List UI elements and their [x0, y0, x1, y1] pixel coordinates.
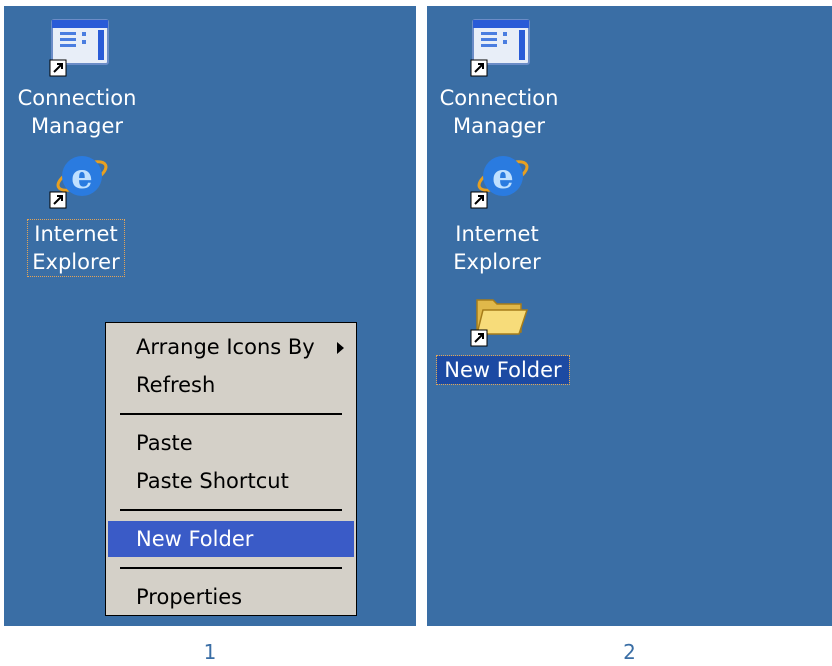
shortcut-arrow-icon — [470, 191, 488, 209]
shortcut-arrow-icon — [49, 59, 67, 77]
menu-separator — [120, 567, 342, 569]
shortcut-arrow-icon — [49, 191, 67, 209]
shortcut-arrow-icon — [470, 329, 488, 347]
connection-manager-label[interactable]: Connection Manager — [4, 84, 150, 140]
menu-item-refresh[interactable]: Refresh — [108, 367, 354, 403]
connection-manager-icon[interactable] — [48, 16, 110, 78]
page: Connection Manager e Internet Explorer A… — [0, 0, 832, 666]
menu-item-label: New Folder — [136, 527, 254, 551]
internet-explorer-icon[interactable]: e — [48, 148, 110, 210]
svg-text:e: e — [492, 157, 514, 197]
desktop-panel-1[interactable]: Connection Manager e Internet Explorer A… — [4, 6, 416, 626]
svg-text:e: e — [71, 157, 93, 197]
label-line-1: Internet — [455, 222, 539, 246]
desktop-panel-2[interactable]: Connection Manager e Internet Explorer N… — [427, 6, 832, 626]
connection-manager-label[interactable]: Connection Manager — [427, 84, 571, 140]
label-line-1: New Folder — [444, 358, 562, 382]
menu-item-label: Paste — [136, 431, 193, 455]
menu-separator — [120, 413, 342, 415]
label-line-2: Explorer — [32, 250, 120, 274]
menu-item-label: Properties — [136, 585, 243, 609]
internet-explorer-label[interactable]: Internet Explorer — [27, 219, 125, 277]
context-menu: Arrange Icons By Refresh Paste Paste Sho… — [105, 322, 357, 616]
menu-item-properties[interactable]: Properties — [108, 579, 354, 615]
menu-item-paste-shortcut[interactable]: Paste Shortcut — [108, 463, 354, 499]
menu-item-label: Paste Shortcut — [136, 469, 289, 493]
menu-separator — [120, 509, 342, 511]
label-line-2: Explorer — [453, 250, 541, 274]
label-line-1: Internet — [34, 222, 118, 246]
label-line-1: Connection — [439, 86, 559, 110]
submenu-arrow-icon — [337, 342, 344, 354]
menu-item-paste[interactable]: Paste — [108, 425, 354, 461]
menu-item-label: Arrange Icons By — [136, 335, 315, 359]
label-line-1: Connection — [17, 86, 137, 110]
panel-caption-2: 2 — [623, 640, 636, 664]
new-folder-label[interactable]: New Folder — [436, 355, 570, 385]
menu-item-label: Refresh — [136, 373, 216, 397]
shortcut-arrow-icon — [470, 59, 488, 77]
panel-caption-1: 1 — [203, 640, 217, 664]
label-line-2: Manager — [452, 114, 546, 138]
folder-icon[interactable] — [469, 286, 531, 348]
internet-explorer-label[interactable]: Internet Explorer — [449, 220, 545, 276]
menu-item-new-folder[interactable]: New Folder — [108, 521, 354, 557]
internet-explorer-icon[interactable]: e — [469, 148, 531, 210]
label-line-2: Manager — [30, 114, 124, 138]
connection-manager-icon[interactable] — [469, 16, 531, 78]
menu-item-arrange-icons-by[interactable]: Arrange Icons By — [108, 329, 354, 365]
